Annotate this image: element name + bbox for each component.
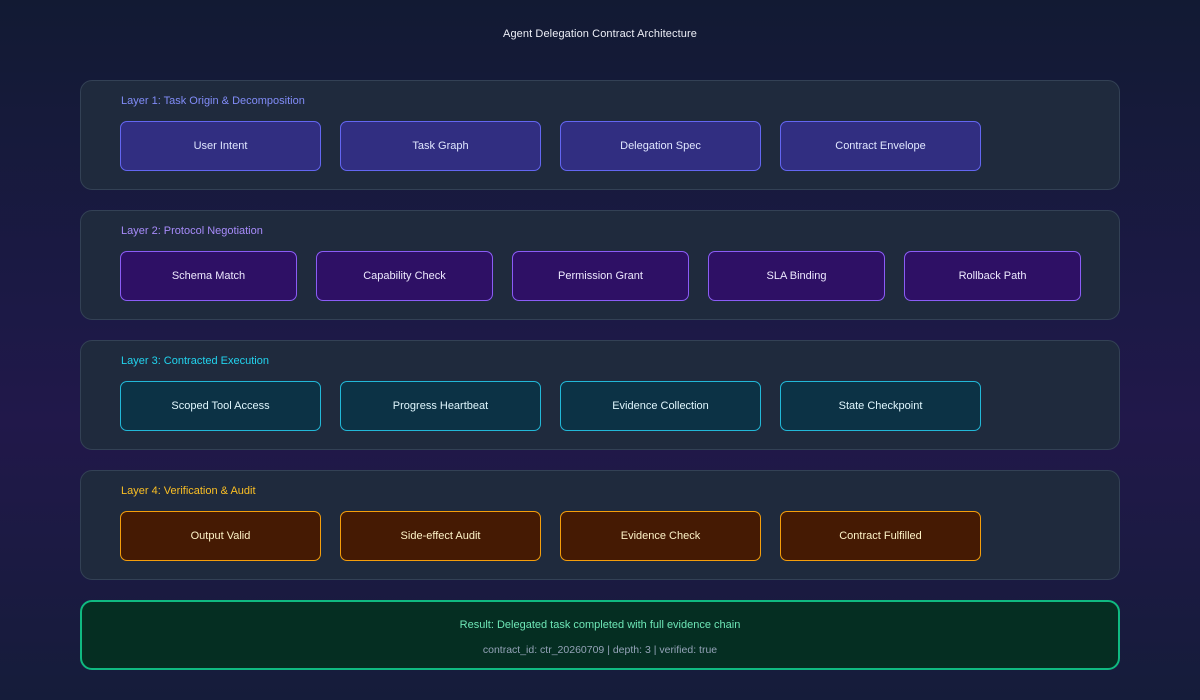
layer-label: Layer 1: Task Origin & Decomposition bbox=[121, 95, 305, 107]
node-evidence-check: Evidence Check bbox=[560, 511, 761, 561]
node-scoped-tool-access: Scoped Tool Access bbox=[120, 381, 321, 431]
layer-label: Layer 3: Contracted Execution bbox=[121, 355, 269, 367]
node-progress-heartbeat: Progress Heartbeat bbox=[340, 381, 541, 431]
layer-protocol-negotiation: Layer 2: Protocol Negotiation Schema Mat… bbox=[80, 210, 1120, 320]
node-user-intent: User Intent bbox=[120, 121, 321, 171]
result-meta: contract_id: ctr_20260709 | depth: 3 | v… bbox=[482, 644, 718, 656]
result-text: Result: Delegated task completed with fu… bbox=[459, 619, 741, 631]
layer-verification-audit: Layer 4: Verification & Audit Output Val… bbox=[80, 470, 1120, 580]
node-contract-fulfilled: Contract Fulfilled bbox=[780, 511, 981, 561]
node-capability-check: Capability Check bbox=[316, 251, 493, 301]
node-side-effect-audit: Side-effect Audit bbox=[340, 511, 541, 561]
node-contract-envelope: Contract Envelope bbox=[780, 121, 981, 171]
node-permission-grant: Permission Grant bbox=[512, 251, 689, 301]
node-evidence-collection: Evidence Collection bbox=[560, 381, 761, 431]
node-state-checkpoint: State Checkpoint bbox=[780, 381, 981, 431]
node-task-graph: Task Graph bbox=[340, 121, 541, 171]
result-panel: Result: Delegated task completed with fu… bbox=[80, 600, 1120, 670]
diagram-title: Agent Delegation Contract Architecture bbox=[503, 28, 697, 40]
layer-label: Layer 4: Verification & Audit bbox=[121, 485, 256, 497]
layer-contracted-execution: Layer 3: Contracted Execution Scoped Too… bbox=[80, 340, 1120, 450]
node-output-valid: Output Valid bbox=[120, 511, 321, 561]
layer-label: Layer 2: Protocol Negotiation bbox=[121, 225, 263, 237]
node-rollback-path: Rollback Path bbox=[904, 251, 1081, 301]
node-sla-binding: SLA Binding bbox=[708, 251, 885, 301]
node-delegation-spec: Delegation Spec bbox=[560, 121, 761, 171]
layer-task-origin: Layer 1: Task Origin & Decomposition Use… bbox=[80, 80, 1120, 190]
node-schema-match: Schema Match bbox=[120, 251, 297, 301]
